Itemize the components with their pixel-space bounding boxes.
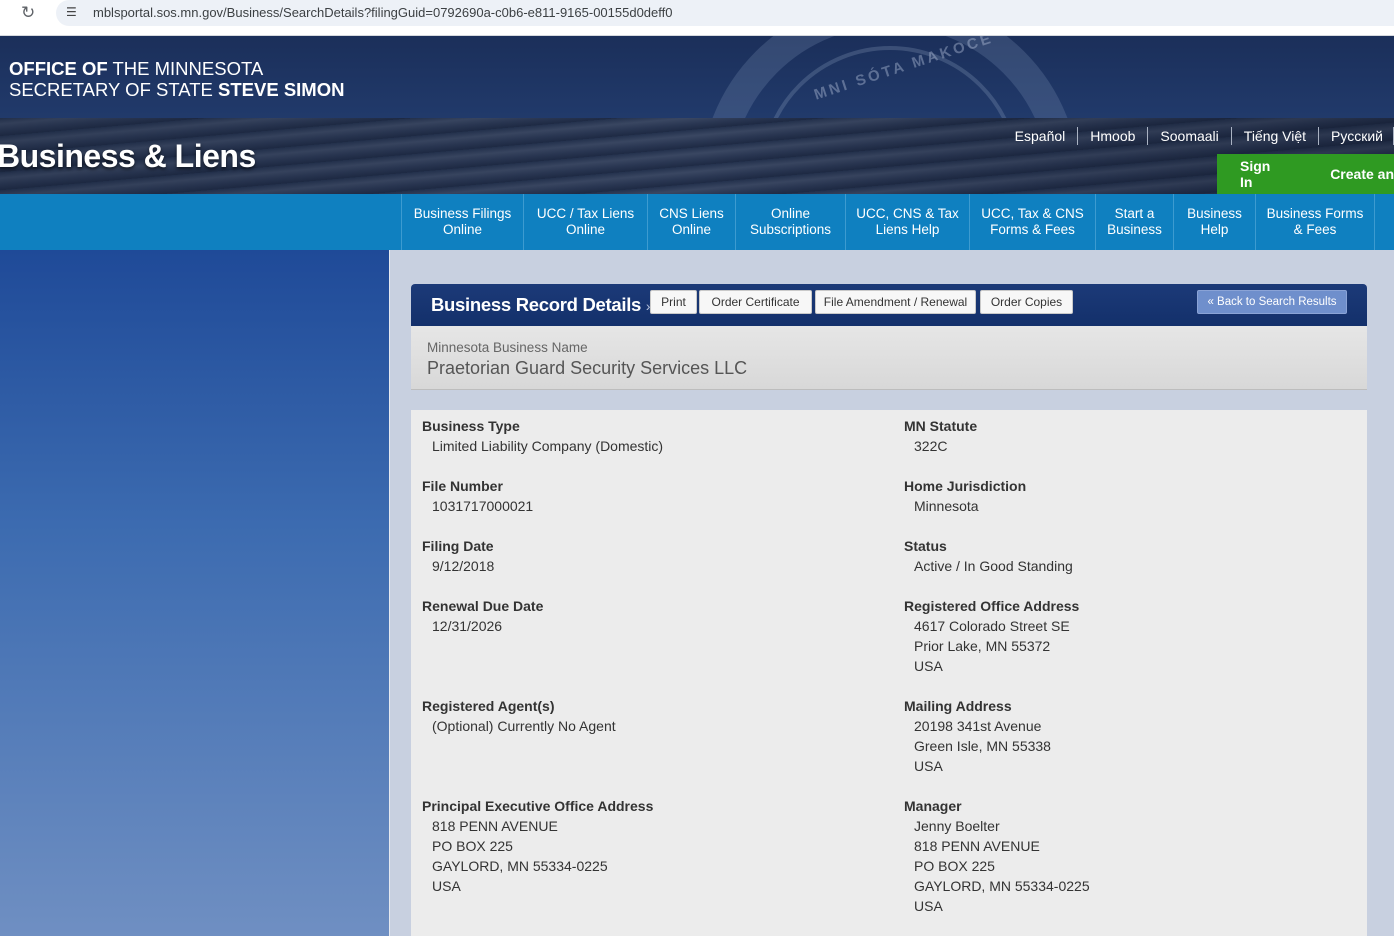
header-top: MNI SÓTA MAKOCE OFFICE OF THE MINNESOTA … — [0, 36, 1394, 118]
nav-ucc-tax-liens-online[interactable]: UCC / Tax Liens Online — [523, 194, 647, 250]
field-filing-date: Filing Date 9/12/2018 — [422, 538, 495, 574]
field-principal-executive-office: Principal Executive Office Address 818 P… — [422, 798, 654, 894]
field-registered-office-address: Registered Office Address 4617 Colorado … — [904, 598, 1080, 674]
nav-business-forms-fees[interactable]: Business Forms & Fees — [1255, 194, 1375, 250]
field-mailing-address: Mailing Address 20198 341st Avenue Green… — [904, 698, 1051, 774]
nav-forms-fees[interactable]: UCC, Tax & CNS Forms & Fees — [969, 194, 1095, 250]
back-to-search-results-button[interactable]: « Back to Search Results — [1197, 290, 1347, 314]
nav-business-help[interactable]: Business Help — [1173, 194, 1255, 250]
record-details: Business Type Limited Liability Company … — [411, 410, 1367, 936]
business-name-box: Minnesota Business Name Praetorian Guard… — [411, 326, 1367, 390]
lang-link-soomaali[interactable]: Soomaali — [1148, 127, 1232, 145]
field-status: Status Active / In Good Standing — [904, 538, 1073, 574]
file-amendment-button[interactable]: File Amendment / Renewal — [815, 290, 976, 314]
create-account-link[interactable]: Create an — [1330, 166, 1394, 182]
field-file-number: File Number 1031717000021 — [422, 478, 534, 514]
field-mn-statute: MN Statute 322C — [904, 418, 978, 454]
url-text[interactable]: mblsportal.sos.mn.gov/Business/SearchDet… — [93, 5, 672, 20]
business-name-label: Minnesota Business Name — [427, 340, 588, 355]
record-header: Business Record Details » Print Order Ce… — [411, 284, 1367, 326]
language-links: Español Hmoob Soomaali Tiếng Việt Русски… — [1003, 127, 1394, 145]
nav-start-a-business[interactable]: Start a Business — [1095, 194, 1173, 250]
business-name-value: Praetorian Guard Security Services LLC — [427, 358, 748, 378]
order-certificate-button[interactable]: Order Certificate — [699, 290, 812, 314]
nav-cns-liens-online[interactable]: CNS Liens Online — [647, 194, 735, 250]
main-nav: Business Filings Online UCC / Tax Liens On… — [0, 194, 1394, 250]
sign-in-link[interactable]: Sign In — [1240, 158, 1279, 190]
field-home-jurisdiction: Home Jurisdiction Minnesota — [904, 478, 1027, 514]
office-title[interactable]: OFFICE OF THE MINNESOTA SECRETARY OF STA… — [9, 58, 344, 100]
nav-liens-help[interactable]: UCC, CNS & Tax Liens Help — [845, 194, 969, 250]
print-button[interactable]: Print — [650, 290, 697, 314]
lang-link-hmoob[interactable]: Hmoob — [1078, 127, 1149, 145]
lang-link-tieng-viet[interactable]: Tiếng Việt — [1232, 127, 1320, 145]
reload-icon[interactable]: ↻ — [21, 3, 35, 23]
lang-link-espanol[interactable]: Español — [1003, 127, 1079, 145]
address-bar[interactable]: ☰ mblsportal.sos.mn.gov/Business/SearchD… — [56, 0, 1394, 26]
nav-online-subscriptions[interactable]: Online Subscriptions — [735, 194, 845, 250]
left-sidebar — [0, 250, 389, 936]
record-title: Business Record Details » — [431, 294, 654, 315]
site-info-icon[interactable]: ☰ — [66, 5, 77, 19]
field-renewal-due-date: Renewal Due Date 12/31/2026 — [422, 598, 544, 634]
field-manager: Manager Jenny Boelter 818 PENN AVENUE PO… — [904, 798, 1090, 914]
field-business-type: Business Type Limited Liability Company … — [422, 418, 664, 454]
order-copies-button[interactable]: Order Copies — [980, 290, 1073, 314]
browser-toolbar: ↻ ☰ mblsportal.sos.mn.gov/Business/Searc… — [0, 0, 1394, 36]
nav-business-filings-online[interactable]: Business Filings Online — [401, 194, 523, 250]
auth-bar: Sign In Create an — [1217, 154, 1394, 194]
field-registered-agents: Registered Agent(s) (Optional) Currently… — [422, 698, 616, 734]
site-title[interactable]: Business & Liens — [0, 138, 256, 175]
lang-link-russian[interactable]: Русский — [1319, 127, 1394, 145]
